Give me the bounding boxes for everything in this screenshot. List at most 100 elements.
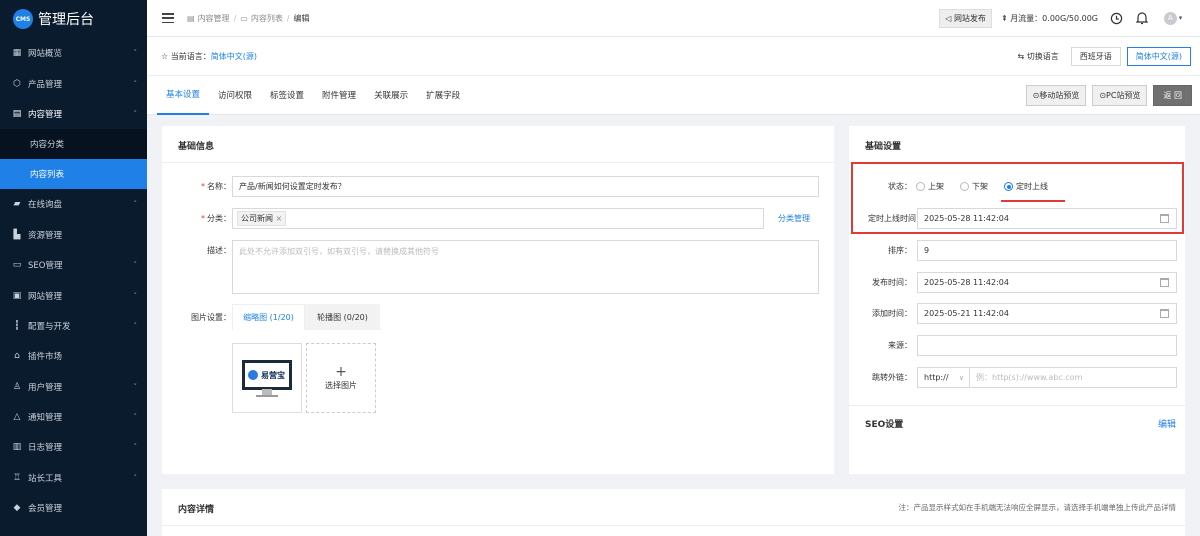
switch-language-label: ⇆ 切换语言 bbox=[1018, 51, 1059, 62]
tab-extended-fields[interactable]: 扩展字段 bbox=[417, 75, 469, 115]
sidebar-item[interactable]: ▙ 资源管理 bbox=[0, 220, 147, 250]
mobile-preview-button[interactable]: ⊙移动站预览 bbox=[1025, 84, 1087, 106]
site-icon: ▣ bbox=[12, 290, 22, 301]
publish-site-button[interactable]: ◁ 网站发布 bbox=[939, 8, 992, 28]
category-select[interactable]: 公司新闻 × bbox=[232, 208, 764, 229]
sort-input[interactable]: 9 bbox=[917, 240, 1177, 261]
status-option-scheduled: 定时上线 bbox=[1016, 182, 1048, 191]
user-menu[interactable]: A ▾ bbox=[1160, 10, 1186, 26]
calendar-icon bbox=[1160, 278, 1169, 287]
chevron-down-icon: ˅ bbox=[133, 413, 138, 422]
sidebar-item-label: 站长工具 bbox=[28, 473, 63, 484]
clock-icon[interactable] bbox=[1108, 10, 1124, 26]
sidebar-item-label: 通知管理 bbox=[28, 413, 63, 424]
breadcrumb-item[interactable]: 内容列表 bbox=[251, 13, 283, 24]
sidebar-item[interactable]: ▭ SEO管理 ˅ bbox=[0, 250, 147, 280]
status-radio-offline[interactable] bbox=[960, 182, 969, 191]
chevron-down-icon: ˅ bbox=[133, 321, 138, 330]
status-radio-scheduled[interactable] bbox=[1004, 182, 1013, 191]
thumbnail-brand: 易营宝 bbox=[261, 371, 285, 380]
chevron-down-icon: ∨ bbox=[958, 373, 964, 382]
description-textarea[interactable]: 此处不允许添加双引号，如有双引号，请替换成其他符号 bbox=[232, 240, 819, 294]
avatar: A bbox=[1163, 11, 1177, 25]
breadcrumb-item[interactable]: 内容管理 bbox=[198, 13, 230, 24]
sidebar: CMS 管理后台 ▦ 网站概览 ˅ ⬡ 产品管理 ˅ ▤ 内容管理 ˄ 内容分类 内容列表 ▰ 在线询盘… bbox=[0, 0, 147, 536]
schedule-time-input[interactable]: 2025-05-28 11:42:04 bbox=[917, 208, 1177, 229]
log-icon: ▥ bbox=[12, 442, 22, 453]
tab-related[interactable]: 关联展示 bbox=[365, 75, 417, 115]
tab-attachments[interactable]: 附件管理 bbox=[313, 75, 365, 115]
logo[interactable]: CMS 管理后台 bbox=[0, 0, 147, 38]
sidebar-subitem[interactable]: 内容分类 bbox=[0, 129, 147, 160]
tab-tags[interactable]: 标签设置 bbox=[261, 75, 313, 115]
sidebar-item[interactable]: ▣ 网站管理 ˅ bbox=[0, 280, 147, 310]
tab-carousel[interactable]: 轮播图 (0/20) bbox=[305, 304, 380, 330]
flow-icon: ⇞ bbox=[1000, 13, 1011, 23]
name-label: 名称： bbox=[207, 182, 231, 191]
sidebar-item-label: 产品管理 bbox=[28, 79, 63, 90]
sidebar-item[interactable]: ♖ 站长工具 ˅ bbox=[0, 463, 147, 493]
current-language-value[interactable]: 简体中文(源) bbox=[211, 52, 257, 61]
menu-toggle-icon[interactable] bbox=[162, 13, 174, 23]
jump-link-placeholder: 例：http(s)://www.abc.com bbox=[976, 373, 1083, 382]
sidebar-item[interactable]: ▦ 网站概览 ˅ bbox=[0, 38, 147, 68]
sidebar-item[interactable]: ⌂ 插件市场 bbox=[0, 341, 147, 371]
breadcrumb-current: 编辑 bbox=[293, 13, 310, 23]
category-label: 分类： bbox=[207, 214, 231, 223]
app-title: 管理后台 bbox=[38, 12, 94, 28]
lang-simplified-chinese-button[interactable]: 简体中文(源) bbox=[1126, 46, 1191, 66]
bell-icon[interactable] bbox=[1134, 10, 1150, 26]
sidebar-item-label: 会员管理 bbox=[28, 504, 63, 515]
tab-access[interactable]: 访问权限 bbox=[209, 75, 261, 115]
jump-link-input[interactable]: 例：http(s)://www.abc.com bbox=[970, 367, 1177, 388]
box-icon: ⬡ bbox=[13, 78, 21, 89]
traffic-info: ⇞ 月流量：0.00G/50.00G bbox=[1001, 13, 1098, 24]
cms-logo-icon: CMS bbox=[13, 9, 33, 29]
sidebar-item[interactable]: ▤ 内容管理 ˄ bbox=[0, 99, 147, 129]
sidebar-subitem[interactable]: 内容列表 bbox=[0, 159, 147, 190]
category-manage-link[interactable]: 分类管理 bbox=[778, 213, 810, 224]
tab-thumbnail[interactable]: 缩略图 (1/20) bbox=[232, 304, 305, 330]
publish-label: 网站发布 bbox=[953, 13, 986, 23]
monitor-icon: ▭ bbox=[12, 260, 22, 271]
sidebar-item[interactable]: ┇ 配置与开发 ˅ bbox=[0, 311, 147, 341]
chevron-down-icon: ▾ bbox=[1178, 14, 1183, 22]
jump-protocol-select[interactable]: http:// ∨ bbox=[917, 367, 970, 388]
pc-preview-button[interactable]: ⊙PC站预览 bbox=[1092, 84, 1148, 106]
select-image-button[interactable]: + 选择图片 bbox=[306, 343, 376, 413]
sidebar-item-label: SEO管理 bbox=[28, 261, 63, 272]
select-image-label: 选择图片 bbox=[325, 380, 357, 390]
add-time-label: 添加时间： bbox=[872, 309, 912, 318]
chevron-down-icon: ˅ bbox=[133, 473, 138, 482]
chevron-down-icon: ˅ bbox=[133, 49, 138, 58]
breadcrumb-doc-icon: ▤ bbox=[187, 13, 195, 23]
basic-info-card: 基础信息 * 名称： 产品/新闻如何设置定时发布？ * 分类： 公司新闻 × 分类管… bbox=[162, 126, 834, 474]
sidebar-item[interactable]: ◆ 会员管理 bbox=[0, 493, 147, 523]
content-detail-card: 内容详情 注：产品显示样式如在手机端无法响应全屏显示，请选择手机端单独上传此产品… bbox=[162, 489, 1185, 536]
sidebar-item[interactable]: ▰ 在线询盘 ˅ bbox=[0, 189, 147, 219]
status-option-offline: 下架 bbox=[972, 182, 988, 191]
sidebar-item[interactable]: ♙ 用户管理 ˅ bbox=[0, 372, 147, 402]
calendar-icon bbox=[1160, 214, 1169, 223]
sidebar-item[interactable]: ▥ 日志管理 ˅ bbox=[0, 432, 147, 462]
source-input[interactable] bbox=[917, 335, 1177, 356]
tag-close-icon[interactable]: × bbox=[276, 214, 283, 223]
seo-edit-link[interactable]: 编辑 bbox=[1158, 417, 1176, 430]
member-icon: ◆ bbox=[13, 503, 21, 514]
add-time-input[interactable]: 2025-05-21 11:42:04 bbox=[917, 303, 1177, 324]
sidebar-item-label: 在线询盘 bbox=[28, 200, 63, 211]
basic-settings-title: 基础设置 bbox=[865, 142, 902, 152]
chevron-down-icon: ˅ bbox=[133, 291, 138, 300]
lang-spanish-button[interactable]: 西班牙语 bbox=[1070, 46, 1121, 66]
sidebar-item[interactable]: ⬡ 产品管理 ˅ bbox=[0, 68, 147, 98]
thumbnail-image[interactable]: 易营宝 bbox=[232, 343, 302, 413]
publish-time-label: 发布时间： bbox=[872, 278, 912, 287]
sort-label: 排序： bbox=[888, 246, 912, 255]
sidebar-item[interactable]: △ 通知管理 ˅ bbox=[0, 402, 147, 432]
tab-basic-settings[interactable]: 基本设置 bbox=[157, 75, 210, 115]
status-radio-online[interactable] bbox=[916, 182, 925, 191]
publish-time-input[interactable]: 2025-05-28 11:42:04 bbox=[917, 272, 1177, 293]
back-button[interactable]: 返 回 bbox=[1153, 84, 1192, 106]
name-input[interactable]: 产品/新闻如何设置定时发布？ bbox=[232, 176, 819, 197]
dashboard-icon: ▦ bbox=[12, 48, 22, 59]
